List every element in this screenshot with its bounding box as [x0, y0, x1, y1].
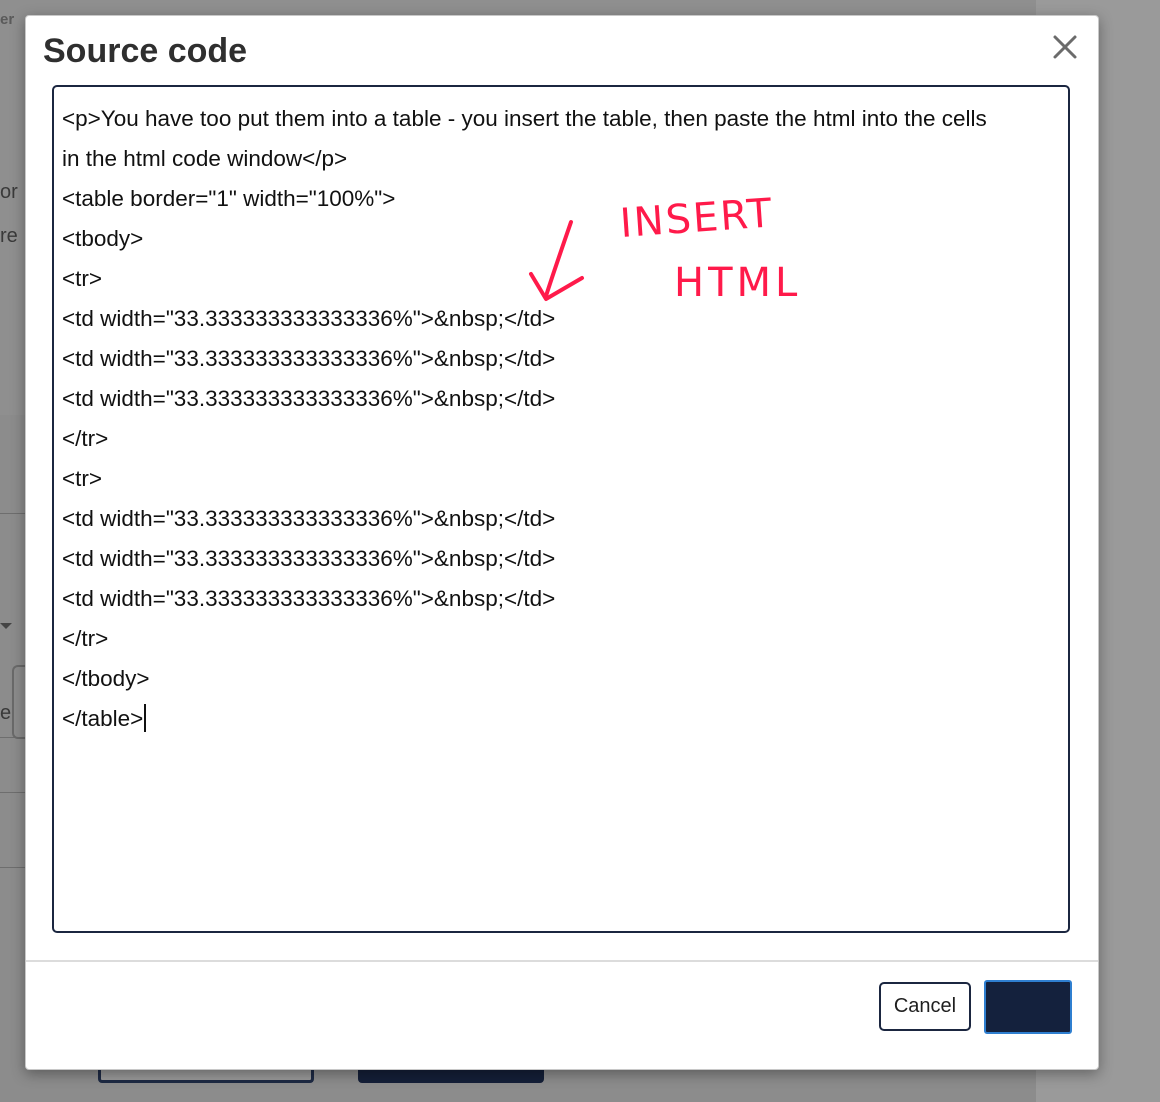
source-code-textarea[interactable]: <p>You have too put them into a table - … [52, 85, 1070, 933]
code-line: </tr> [62, 419, 1060, 459]
code-line: <tr> [62, 259, 1060, 299]
code-line-text: <td width="33.333333333333336%">&nbsp;</… [62, 386, 556, 411]
code-line: <td width="33.333333333333336%">&nbsp;</… [62, 579, 1060, 619]
close-button[interactable] [1050, 32, 1080, 62]
code-line-text: </table> [62, 706, 144, 731]
code-line-text: <td width="33.333333333333336%">&nbsp;</… [62, 306, 556, 331]
code-line: </table> [62, 699, 1060, 739]
code-line-text: <td width="33.333333333333336%">&nbsp;</… [62, 506, 556, 531]
background-text-fragment: er [0, 11, 15, 28]
code-line: <td width="33.333333333333336%">&nbsp;</… [62, 299, 1060, 339]
code-line: </tbody> [62, 659, 1060, 699]
code-line-text: </tr> [62, 426, 109, 451]
code-line: </tr> [62, 619, 1060, 659]
footer-divider [26, 960, 1098, 962]
code-line-text: in the html code window</p> [62, 146, 348, 171]
dialog-title: Source code [43, 32, 248, 70]
code-line-text: </tbody> [62, 666, 150, 691]
background-dropdown-caret-icon [0, 623, 12, 629]
code-line: <td width="33.333333333333336%">&nbsp;</… [62, 379, 1060, 419]
code-line: <p>You have too put them into a table - … [62, 99, 1060, 139]
code-line-text: <td width="33.333333333333336%">&nbsp;</… [62, 546, 556, 571]
code-line: <td width="33.333333333333336%">&nbsp;</… [62, 339, 1060, 379]
code-line-text: <tbody> [62, 226, 144, 251]
code-line-text: <tr> [62, 466, 103, 491]
code-line: <tr> [62, 459, 1060, 499]
background-text-fragment: e [0, 702, 12, 724]
code-line-text: <table border="1" width="100%"> [62, 186, 396, 211]
background-divider [0, 792, 26, 793]
background-text-fragment: re [0, 225, 18, 247]
background-divider [0, 867, 26, 868]
code-line-text: <td width="33.333333333333336%">&nbsp;</… [62, 346, 556, 371]
source-code-dialog: Source code <p>You have too put them int… [25, 15, 1099, 1070]
cancel-button[interactable]: Cancel [879, 982, 971, 1031]
background-text-fragment: or [0, 181, 18, 203]
code-line: in the html code window</p> [62, 139, 1060, 179]
code-line: <tbody> [62, 219, 1060, 259]
code-line-text: </tr> [62, 626, 109, 651]
code-line: <td width="33.333333333333336%">&nbsp;</… [62, 539, 1060, 579]
save-button[interactable] [984, 980, 1072, 1034]
code-line: <table border="1" width="100%"> [62, 179, 1060, 219]
code-line-text: <tr> [62, 266, 103, 291]
code-line: <td width="33.333333333333336%">&nbsp;</… [62, 499, 1060, 539]
close-icon [1053, 35, 1077, 59]
code-line-text: <p>You have too put them into a table - … [62, 106, 987, 131]
text-cursor [144, 704, 147, 732]
background-divider [0, 513, 26, 514]
code-line-text: <td width="33.333333333333336%">&nbsp;</… [62, 586, 556, 611]
